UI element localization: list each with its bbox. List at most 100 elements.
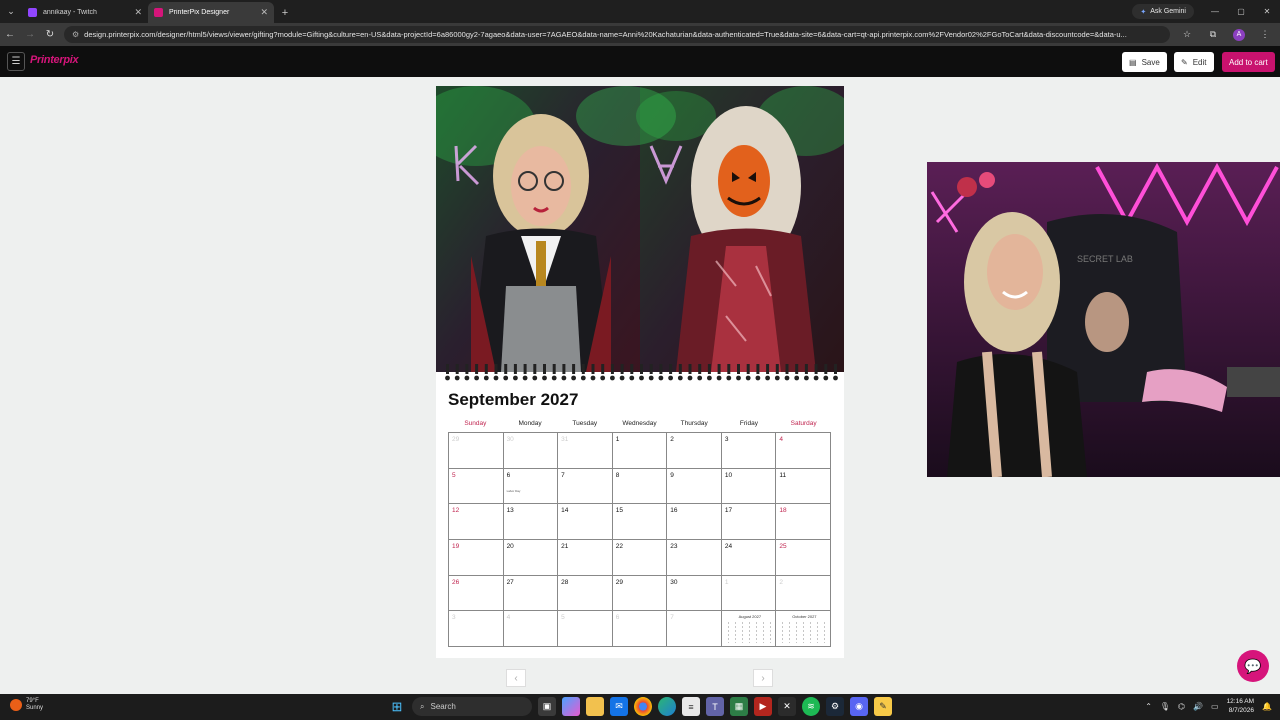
back-arrow-icon[interactable]: ← [0, 23, 20, 46]
day-cell[interactable]: 24 [721, 540, 777, 576]
edge-icon[interactable] [658, 697, 676, 716]
search-label: Search [430, 702, 456, 711]
day-cell[interactable]: 19 [449, 540, 504, 576]
day-cell[interactable]: 10 [721, 468, 777, 505]
day-cell[interactable]: 2 [667, 433, 722, 469]
prev-page-button[interactable]: ‹ [506, 669, 526, 687]
add-to-cart-button[interactable]: Add to cart [1222, 52, 1275, 72]
day-cell-holiday[interactable]: 6 Labor Day [503, 468, 559, 505]
day-cell[interactable]: 18 [776, 504, 831, 541]
task-view-icon[interactable]: ▣ [538, 697, 556, 716]
day-cell[interactable]: 21 [558, 540, 613, 576]
day-cell[interactable]: 7 [667, 611, 722, 648]
day-cell[interactable]: 12 [449, 504, 504, 541]
day-cell[interactable]: 16 [667, 504, 722, 541]
close-window-icon[interactable]: ✕ [1254, 0, 1280, 23]
day-cell[interactable]: 4 [503, 611, 559, 648]
day-cell[interactable]: 9 [667, 468, 722, 505]
save-button[interactable]: ▤ Save [1122, 52, 1167, 72]
site-info-icon[interactable]: ⚙ [72, 30, 79, 39]
day-cell[interactable]: 26 [449, 575, 504, 612]
outlook-icon[interactable]: ✉ [610, 697, 628, 716]
day-cell[interactable]: 7 [558, 468, 613, 505]
profile-avatar[interactable]: A [1233, 28, 1245, 41]
file-explorer-icon[interactable] [586, 697, 604, 716]
day-cell[interactable]: 23 [667, 540, 722, 576]
store-icon[interactable]: ▦ [730, 697, 748, 716]
weather-widget[interactable]: 79°F Sunny [10, 698, 43, 712]
discord-icon[interactable]: ◉ [850, 697, 868, 716]
day-cell[interactable]: 1 [612, 433, 668, 469]
binding-hole [736, 375, 741, 381]
spotify-icon[interactable]: ≋ [802, 697, 820, 716]
day-cell[interactable]: 5 [558, 611, 613, 648]
day-cell[interactable]: 3 [449, 611, 504, 648]
day-cell[interactable]: 31 [558, 433, 613, 469]
notes-icon[interactable]: ✎ [874, 697, 892, 716]
address-bar[interactable]: ⚙ design.printerpix.com/designer/html5/v… [64, 26, 1170, 43]
notification-bell-icon[interactable]: 🔔 [1262, 702, 1272, 711]
media-app-icon[interactable]: ▶ [754, 697, 772, 716]
tab-twitch[interactable]: annikaay - Twitch ✕ [22, 2, 148, 23]
day-cell[interactable]: 29 [449, 433, 504, 469]
teams-icon[interactable]: T [706, 697, 724, 716]
mini-calendar-next-title: October 2027 [792, 614, 817, 620]
day-cell[interactable]: 17 [721, 504, 777, 541]
binding-coil [484, 364, 488, 374]
battery-icon[interactable]: ▭ [1211, 702, 1219, 711]
windows-start-icon[interactable]: ⊞ [388, 697, 406, 716]
steam-icon[interactable]: ⚙ [826, 697, 844, 716]
notepad-icon[interactable]: ≡ [682, 697, 700, 716]
day-cell[interactable]: 27 [503, 575, 559, 612]
day-cell[interactable]: 5 [449, 468, 504, 505]
minimize-icon[interactable]: — [1202, 0, 1228, 23]
microphone-icon[interactable]: 🎙 [1160, 702, 1170, 711]
day-cell[interactable]: 1 [721, 575, 777, 612]
chat-bubble-icon[interactable]: 💬 [1237, 650, 1269, 682]
chrome-icon[interactable] [634, 697, 652, 716]
tab-printerpix[interactable]: PrinterPix Designer ✕ [148, 2, 274, 23]
day-cell[interactable]: 30 [667, 575, 722, 612]
day-cell[interactable]: 28 [558, 575, 613, 612]
day-cell[interactable]: 20 [503, 540, 559, 576]
extensions-icon[interactable]: ⧉ [1200, 29, 1226, 40]
close-tab-icon[interactable]: ✕ [134, 7, 142, 18]
calendar-grid[interactable]: Sunday Monday Tuesday Wednesday Thursday… [448, 420, 831, 648]
printerpix-logo[interactable]: Printerpix [30, 54, 79, 66]
calendar-photo[interactable] [436, 86, 844, 372]
day-cell[interactable]: 2 [776, 575, 831, 612]
taskbar-search[interactable]: ⌕ Search [412, 697, 532, 716]
tab-search-icon[interactable]: ⌄ [0, 0, 22, 23]
day-cell[interactable]: 29 [612, 575, 668, 612]
hamburger-menu-icon[interactable]: ☰ [7, 52, 25, 71]
day-cell[interactable]: 15 [612, 504, 668, 541]
menu-kebab-icon[interactable]: ⋮ [1252, 29, 1278, 40]
reload-icon[interactable]: ↻ [40, 23, 60, 46]
taskbar: 79°F Sunny ⊞ ⌕ Search ▣ ✉ ≡ T ▦ ▶ ✕ ≋ ⚙ … [0, 694, 1280, 720]
xbox-icon[interactable]: ✕ [778, 697, 796, 716]
bookmark-star-icon[interactable]: ☆ [1174, 29, 1200, 40]
edit-button[interactable]: ✎ Edit [1174, 52, 1214, 72]
day-cell[interactable]: 14 [558, 504, 613, 541]
network-icon[interactable]: ⌬ [1178, 702, 1185, 711]
clock[interactable]: 12:16 AM 8/7/2026 [1227, 697, 1254, 715]
ask-gemini-button[interactable]: ✦ Ask Gemini [1132, 4, 1194, 19]
forward-arrow-icon[interactable]: → [20, 23, 40, 46]
day-cell[interactable]: 25 [776, 540, 831, 576]
day-cell[interactable]: 3 [721, 433, 777, 469]
new-tab-button[interactable]: + [274, 2, 296, 23]
tray-chevron-icon[interactable]: ⌃ [1145, 702, 1152, 711]
day-cell[interactable]: 4 [776, 433, 831, 469]
day-cell[interactable]: 13 [503, 504, 559, 541]
day-cell[interactable]: 30 [503, 433, 559, 469]
day-cell[interactable]: 8 [612, 468, 668, 505]
day-cell[interactable]: 22 [612, 540, 668, 576]
maximize-icon[interactable]: ▢ [1228, 0, 1254, 23]
copilot-icon[interactable] [562, 697, 580, 716]
mini-calendar-next-cell: October 2027 [776, 611, 831, 648]
day-cell[interactable]: 11 [776, 468, 831, 505]
close-tab-icon[interactable]: ✕ [260, 7, 268, 18]
volume-icon[interactable]: 🔊 [1193, 702, 1203, 711]
day-cell[interactable]: 6 [612, 611, 668, 648]
next-page-button[interactable]: › [753, 669, 773, 687]
